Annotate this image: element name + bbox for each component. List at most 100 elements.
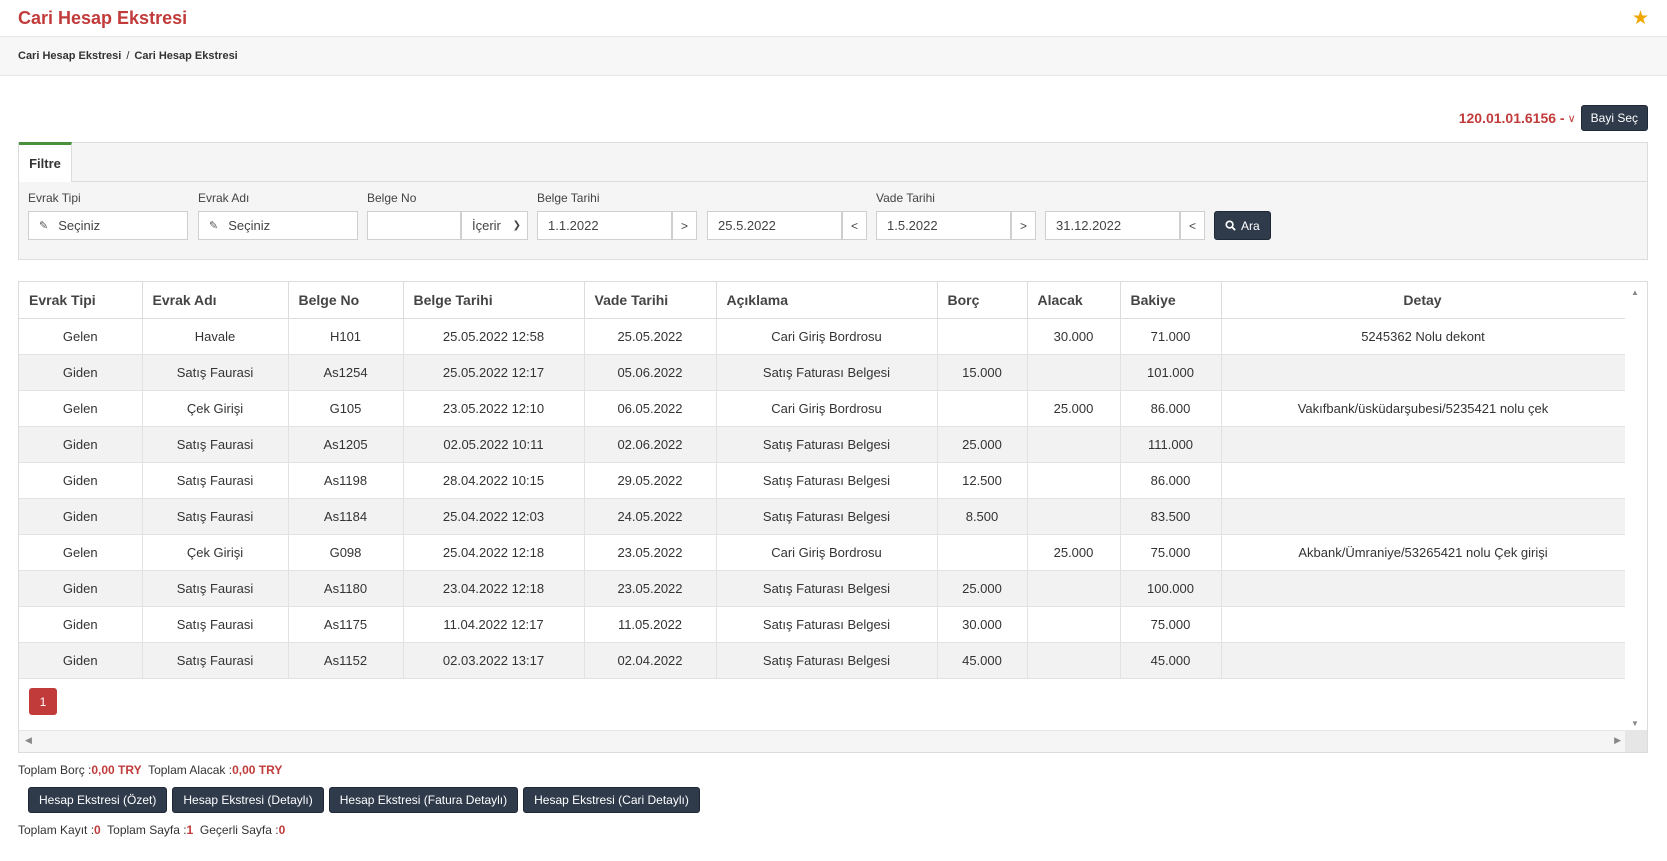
belge-tarihi-from-op[interactable]: > — [672, 211, 697, 240]
cell-detay: Akbank/Ümraniye/53265421 nolu Çek girişi — [1221, 534, 1626, 571]
cell-vade-tarihi: 24.05.2022 — [584, 498, 717, 535]
cell-bakiye: 86.000 — [1120, 462, 1222, 499]
col-borc[interactable]: Borç — [937, 282, 1028, 319]
col-evrak-adi[interactable]: Evrak Adı — [142, 282, 289, 319]
col-vade-tarihi[interactable]: Vade Tarihi — [584, 282, 717, 319]
cell-bakiye: 45.000 — [1120, 642, 1222, 679]
table-row[interactable]: Giden Satış Faurasi As1198 28.04.2022 10:15… — [19, 462, 1626, 499]
belge-no-label: Belge No — [367, 191, 417, 205]
report-detailed-button[interactable]: Hesap Ekstresi (Detaylı) — [172, 787, 324, 813]
page-1-button[interactable]: 1 — [29, 688, 57, 715]
cell-evrak-adi: Satış Faurasi — [142, 642, 289, 679]
cell-detay: Vakıfbank/üsküdarşubesi/5235421 nolu çek — [1221, 390, 1626, 427]
table-row[interactable]: Giden Satış Faurasi As1180 23.04.2022 12:18… — [19, 570, 1626, 607]
vade-tarihi-from-op[interactable]: > — [1011, 211, 1036, 240]
table-header-row: Evrak Tipi Evrak Adı Belge No Belge Tari… — [19, 282, 1626, 319]
account-code: 120.01.01.6156 - — [1458, 110, 1565, 126]
cell-aciklama: Satış Faturası Belgesi — [716, 642, 938, 679]
cell-evrak-adi: Çek Girişi — [142, 390, 289, 427]
cell-evrak-tipi: Gelen — [19, 390, 143, 427]
belge-no-operator-select[interactable]: İçerir ❯ — [461, 211, 528, 240]
cell-evrak-tipi: Giden — [19, 462, 143, 499]
cell-alacak — [1027, 462, 1121, 499]
table-row[interactable]: Giden Satış Faurasi As1175 11.04.2022 12:17… — [19, 606, 1626, 643]
table-row[interactable]: Giden Satış Faurasi As1205 02.05.2022 10:11… — [19, 426, 1626, 463]
chevron-down-icon: ❯ — [512, 220, 521, 231]
cell-vade-tarihi: 02.06.2022 — [584, 426, 717, 463]
col-belge-no[interactable]: Belge No — [288, 282, 404, 319]
cell-belge-tarihi: 23.05.2022 12:10 — [403, 390, 585, 427]
cell-borc: 45.000 — [937, 642, 1028, 679]
table-row[interactable]: Giden Satış Faurasi As1184 25.04.2022 12:03… — [19, 498, 1626, 535]
select-dealer-button[interactable]: Bayi Seç — [1580, 105, 1648, 131]
total-alacak-label: Toplam Alacak : — [148, 763, 233, 777]
cell-borc: 25.000 — [937, 570, 1028, 607]
evrak-adi-field[interactable]: ✎ Seçiniz — [198, 211, 358, 240]
cell-vade-tarihi: 11.05.2022 — [584, 606, 717, 643]
cell-bakiye: 83.500 — [1120, 498, 1222, 535]
report-account-detailed-button[interactable]: Hesap Ekstresi (Cari Detaylı) — [523, 787, 700, 813]
cell-belge-no: As1152 — [288, 642, 404, 679]
ledger-table-container: Evrak Tipi Evrak Adı Belge No Belge Tari… — [18, 281, 1648, 753]
cell-alacak: 25.000 — [1027, 534, 1121, 571]
breadcrumb-item[interactable]: Cari Hesap Ekstresi — [18, 50, 121, 62]
report-summary-button[interactable]: Hesap Ekstresi (Özet) — [28, 787, 168, 813]
col-belge-tarihi[interactable]: Belge Tarihi — [403, 282, 585, 319]
report-buttons: Hesap Ekstresi (Özet) Hesap Ekstresi (De… — [28, 787, 700, 813]
col-evrak-tipi[interactable]: Evrak Tipi — [19, 282, 143, 319]
cell-aciklama: Satış Faturası Belgesi — [716, 498, 938, 535]
vade-tarihi-to-input[interactable]: 31.12.2022 — [1045, 211, 1180, 240]
table-row[interactable]: Gelen Havale H101 25.05.2022 12:58 25.05.202… — [19, 318, 1626, 355]
belge-tarihi-from-input[interactable]: 1.1.2022 — [537, 211, 672, 240]
vertical-scrollbar[interactable]: ▲ ▼ — [1625, 282, 1647, 732]
table-row[interactable]: Giden Satış Faurasi As1254 25.05.2022 12:17… — [19, 354, 1626, 391]
cell-detay: 5245362 Nolu dekont — [1221, 318, 1626, 355]
filter-tabs: Filtre — [19, 142, 1647, 182]
col-alacak[interactable]: Alacak — [1027, 282, 1121, 319]
scroll-right-icon[interactable]: ▶ — [1614, 735, 1621, 746]
account-selector: 120.01.01.6156 - ∨ Bayi Seç — [1459, 105, 1648, 131]
col-aciklama[interactable]: Açıklama — [716, 282, 938, 319]
cell-belge-tarihi: 28.04.2022 10:15 — [403, 462, 585, 499]
cell-evrak-tipi: Giden — [19, 642, 143, 679]
belge-tarihi-to-input[interactable]: 25.5.2022 — [707, 211, 842, 240]
cell-bakiye: 101.000 — [1120, 354, 1222, 391]
star-icon[interactable]: ★ — [1632, 9, 1649, 28]
table-row[interactable]: Giden Satış Faurasi As1152 02.03.2022 13:17… — [19, 642, 1626, 679]
vade-tarihi-to-op[interactable]: < — [1180, 211, 1205, 240]
cell-borc: 8.500 — [937, 498, 1028, 535]
tab-filter[interactable]: Filtre — [19, 142, 72, 182]
vade-tarihi-label: Vade Tarihi — [876, 191, 935, 205]
total-records-value: 0 — [94, 823, 101, 837]
search-button[interactable]: Ara — [1214, 211, 1271, 240]
cell-belge-no: As1254 — [288, 354, 404, 391]
evrak-tipi-field[interactable]: ✎ Seçiniz — [28, 211, 188, 240]
table-row[interactable]: Gelen Çek Girişi G098 25.04.2022 12:18 23.05… — [19, 534, 1626, 571]
cell-bakiye: 100.000 — [1120, 570, 1222, 607]
scroll-up-icon[interactable]: ▲ — [1631, 288, 1639, 297]
cell-belge-no: As1184 — [288, 498, 404, 535]
col-bakiye[interactable]: Bakiye — [1120, 282, 1222, 319]
cell-belge-tarihi: 25.05.2022 12:58 — [403, 318, 585, 355]
horizontal-scrollbar[interactable]: ◀ ▶ — [19, 730, 1627, 752]
cell-vade-tarihi: 06.05.2022 — [584, 390, 717, 427]
cell-borc: 12.500 — [937, 462, 1028, 499]
total-borc-value: 0,00 TRY — [91, 763, 142, 777]
cell-borc: 15.000 — [937, 354, 1028, 391]
cell-aciklama: Cari Giriş Bordrosu — [716, 534, 938, 571]
col-detay[interactable]: Detay — [1221, 282, 1626, 319]
cell-belge-no: G098 — [288, 534, 404, 571]
report-invoice-detailed-button[interactable]: Hesap Ekstresi (Fatura Detaylı) — [328, 787, 519, 813]
table-row[interactable]: Gelen Çek Girişi G105 23.05.2022 12:10 06.05… — [19, 390, 1626, 427]
pencil-icon: ✎ — [39, 220, 49, 232]
vade-tarihi-from-input[interactable]: 1.5.2022 — [876, 211, 1011, 240]
scroll-left-icon[interactable]: ◀ — [25, 735, 32, 746]
belge-no-input[interactable] — [367, 211, 461, 240]
cell-alacak — [1027, 354, 1121, 391]
scroll-down-icon[interactable]: ▼ — [1631, 719, 1639, 728]
belge-tarihi-to-op[interactable]: < — [842, 211, 867, 240]
cell-aciklama: Cari Giriş Bordrosu — [716, 318, 938, 355]
cell-alacak — [1027, 498, 1121, 535]
cell-bakiye: 86.000 — [1120, 390, 1222, 427]
chevron-down-icon[interactable]: ∨ — [1568, 112, 1576, 125]
